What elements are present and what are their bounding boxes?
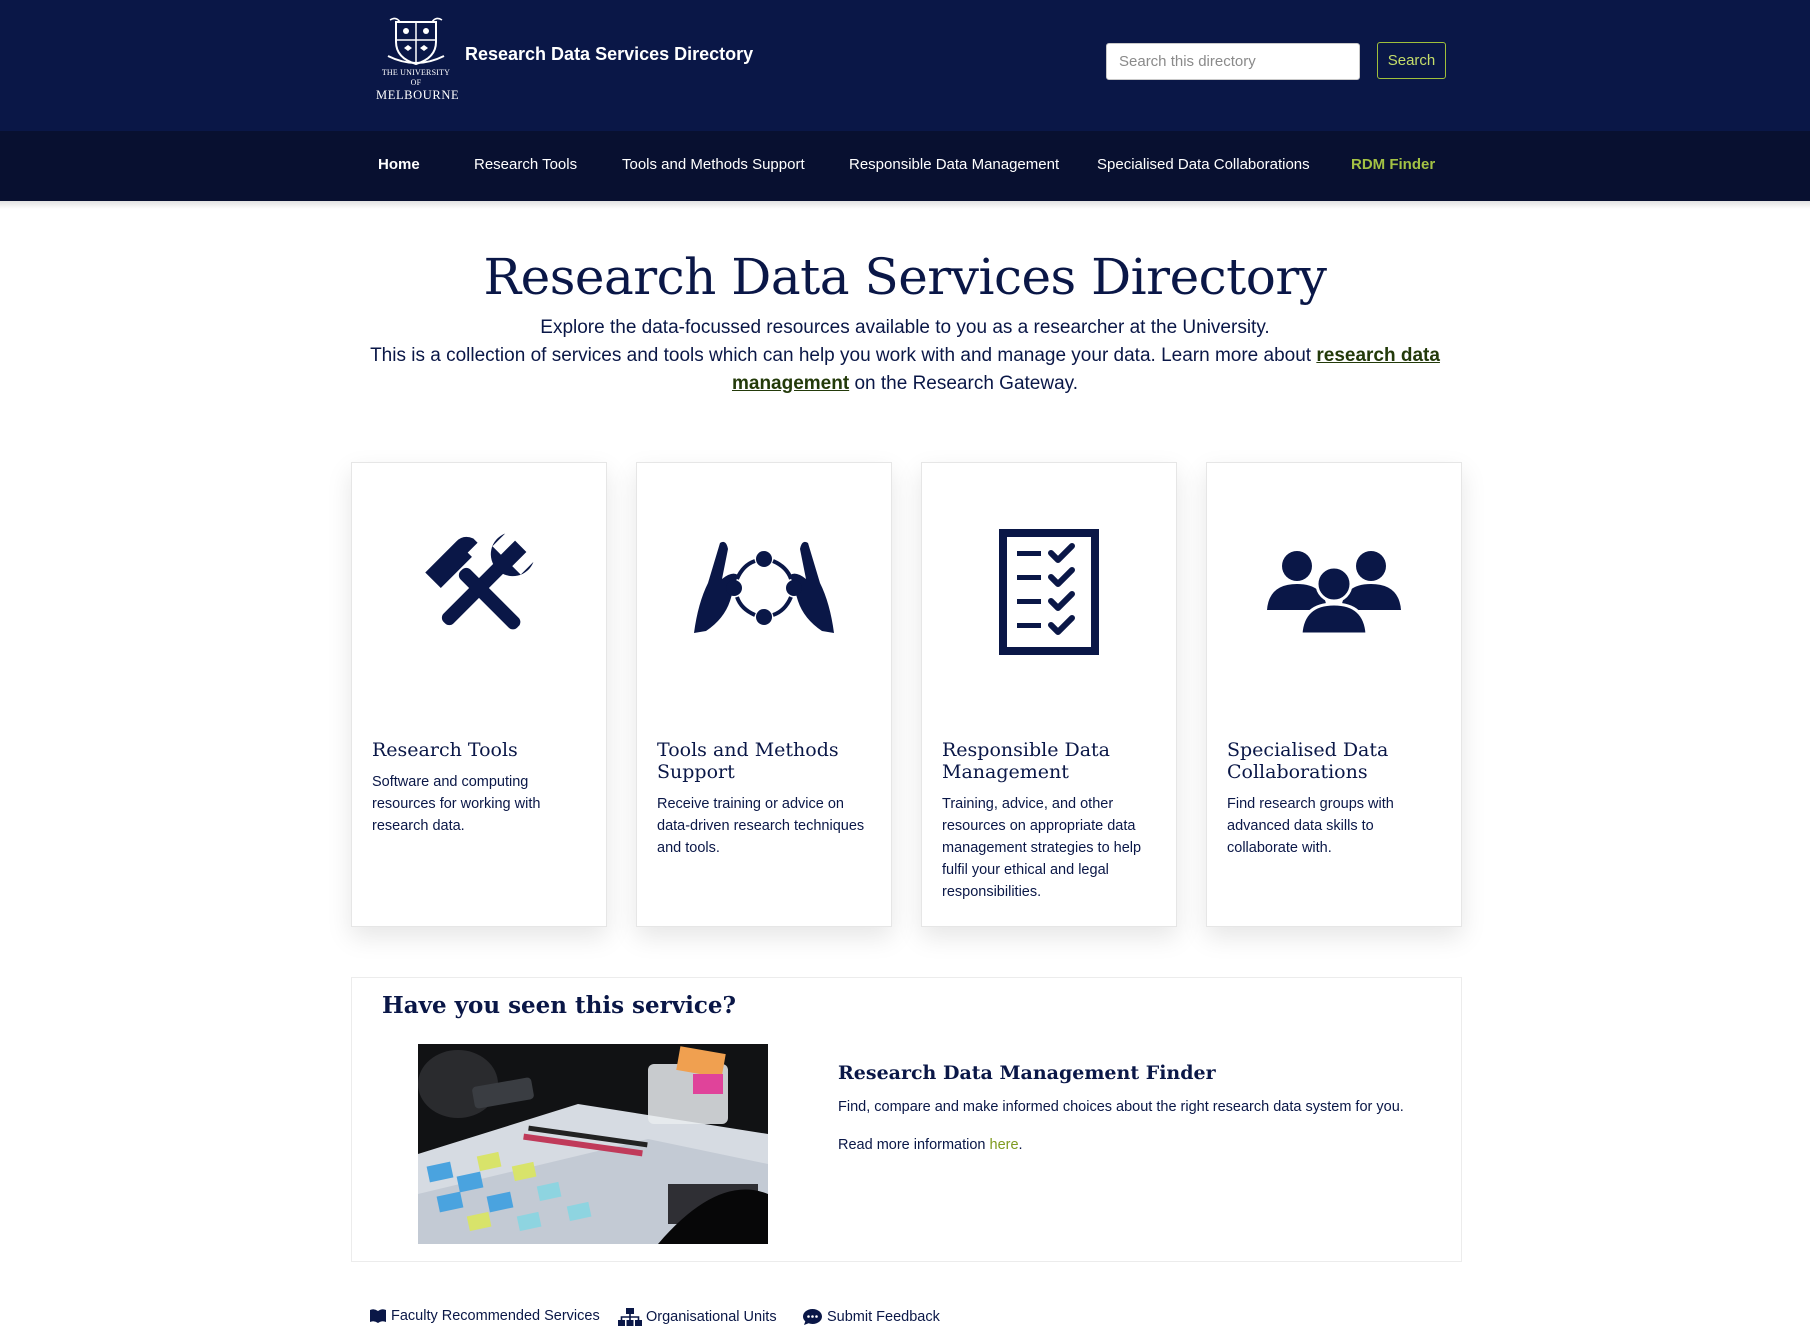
nav-shadow xyxy=(0,201,1810,209)
nav-item-specialised-data-collaborations[interactable]: Specialised Data Collaborations xyxy=(1097,131,1310,201)
card-tools-methods-support[interactable]: Tools and Methods Support Receive traini… xyxy=(636,462,892,927)
featured-description: Find, compare and make informed choices … xyxy=(838,1099,1404,1115)
featured-heading: Have you seen this service? xyxy=(382,992,736,1019)
featured-service: Have you seen this service? Research Dat… xyxy=(351,977,1462,1262)
intro-line-1: Explore the data-focussed resources avai… xyxy=(540,317,1270,338)
checklist-icon xyxy=(922,529,1176,659)
intro-line-2-suffix: on the Research Gateway. xyxy=(849,373,1079,394)
card-specialised-data-collaborations[interactable]: Specialised Data Collaborations Find res… xyxy=(1206,462,1462,927)
read-more-link[interactable]: here xyxy=(990,1137,1019,1153)
logo-text-big: MELBOURNE xyxy=(376,88,460,102)
nav-item-research-tools[interactable]: Research Tools xyxy=(474,131,577,201)
tools-icon xyxy=(352,523,606,653)
group-icon xyxy=(1207,548,1461,678)
featured-title[interactable]: Research Data Management Finder xyxy=(838,1062,1216,1084)
site-header: THE UNIVERSITY OF MELBOURNE Research Dat… xyxy=(0,0,1810,131)
card-responsible-data-management[interactable]: Responsible Data Management Training, ad… xyxy=(921,462,1177,927)
card-research-tools[interactable]: Research Tools Software and computing re… xyxy=(351,462,607,927)
submit-feedback-link[interactable]: Submit Feedback xyxy=(802,1308,940,1326)
card-title: Research Tools xyxy=(372,739,518,761)
search-input[interactable] xyxy=(1106,43,1360,80)
intro-line-2-text: This is a collection of services and too… xyxy=(370,345,1317,366)
hands-cycle-icon xyxy=(637,523,891,653)
nav-item-home[interactable]: Home xyxy=(378,131,420,201)
card-title: Tools and Methods Support xyxy=(657,739,839,783)
footer-link-label: Faculty Recommended Services xyxy=(391,1308,600,1324)
read-more-text: Read more information xyxy=(838,1137,990,1153)
site-title[interactable]: Research Data Services Directory xyxy=(465,44,753,65)
logo-text-small: THE UNIVERSITY OF xyxy=(381,68,451,87)
card-description: Software and computing resources for wor… xyxy=(372,774,541,834)
organisational-units-link[interactable]: Organisational Units xyxy=(618,1308,777,1326)
org-chart-icon xyxy=(618,1308,642,1326)
footer-link-label: Submit Feedback xyxy=(827,1309,940,1325)
comment-icon xyxy=(803,1309,822,1325)
main-nav: Home Research Tools Tools and Methods Su… xyxy=(0,131,1810,201)
featured-image xyxy=(418,1044,768,1244)
crest-icon xyxy=(387,17,445,66)
footer-link-label: Organisational Units xyxy=(646,1309,777,1325)
card-description: Training, advice, and other resources on… xyxy=(942,796,1142,900)
book-icon xyxy=(370,1309,386,1323)
card-description: Receive training or advice on data-drive… xyxy=(657,796,865,856)
intro-line-2: This is a collection of services and too… xyxy=(340,342,1470,398)
nav-item-tools-methods-support[interactable]: Tools and Methods Support xyxy=(622,131,805,201)
nav-item-responsible-data-management[interactable]: Responsible Data Management xyxy=(849,131,1059,201)
search-button[interactable]: Search xyxy=(1377,42,1446,79)
featured-read-more: Read more information here. xyxy=(838,1137,1023,1153)
logo-wordmark: THE UNIVERSITY OF MELBOURNE xyxy=(376,68,460,103)
card-title: Specialised Data Collaborations xyxy=(1227,739,1389,783)
card-description: Find research groups with advanced data … xyxy=(1227,796,1394,856)
read-more-suffix: . xyxy=(1018,1137,1023,1153)
nav-item-rdm-finder[interactable]: RDM Finder xyxy=(1351,131,1435,201)
faculty-recommended-services-link[interactable]: Faculty Recommended Services xyxy=(369,1308,600,1324)
intro-text: Explore the data-focussed resources avai… xyxy=(340,314,1470,398)
card-title: Responsible Data Management xyxy=(942,739,1111,783)
page-title: Research Data Services Directory xyxy=(483,248,1327,306)
